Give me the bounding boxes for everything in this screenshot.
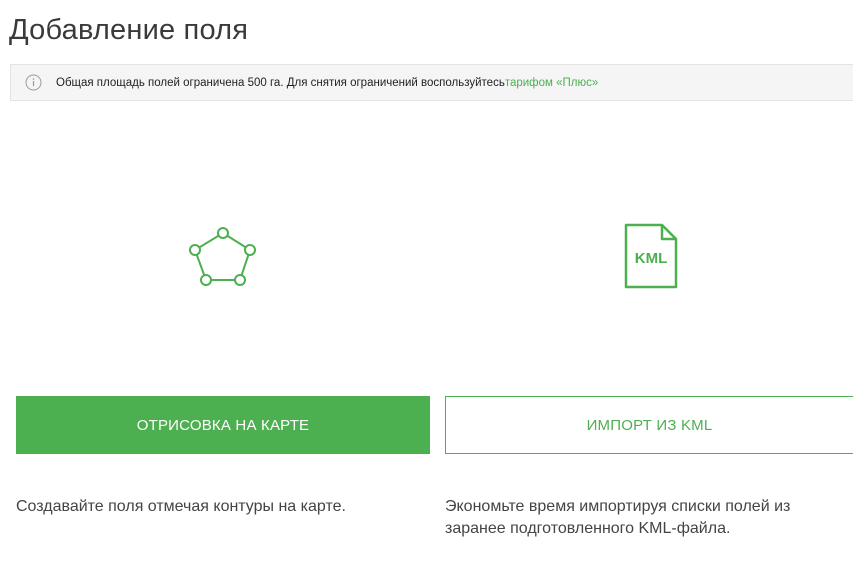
page-title: Добавление поля — [9, 14, 249, 46]
notice-text: Общая площадь полей ограничена 500 га. Д… — [56, 76, 505, 89]
area-limit-notice: Общая площадь полей ограничена 500 га. Д… — [10, 64, 853, 101]
plus-tariff-link[interactable]: тарифом «Плюс» — [505, 77, 598, 89]
draw-description: Создавайте поля отмечая контуры на карте… — [16, 498, 346, 515]
kml-file-icon: KML — [624, 223, 678, 289]
add-field-page: Добавление поля Общая площадь полей огра… — [0, 0, 853, 562]
import-kml-button[interactable]: ИМПОРТ ИЗ KML — [445, 396, 853, 454]
polygon-icon — [189, 227, 256, 286]
info-icon — [25, 74, 42, 91]
draw-on-map-button[interactable]: ОТРИСОВКА НА КАРТЕ — [16, 396, 430, 454]
import-description: Экономьте время импортируя списки полей … — [445, 498, 791, 537]
kml-icon-label: KML — [635, 250, 668, 267]
